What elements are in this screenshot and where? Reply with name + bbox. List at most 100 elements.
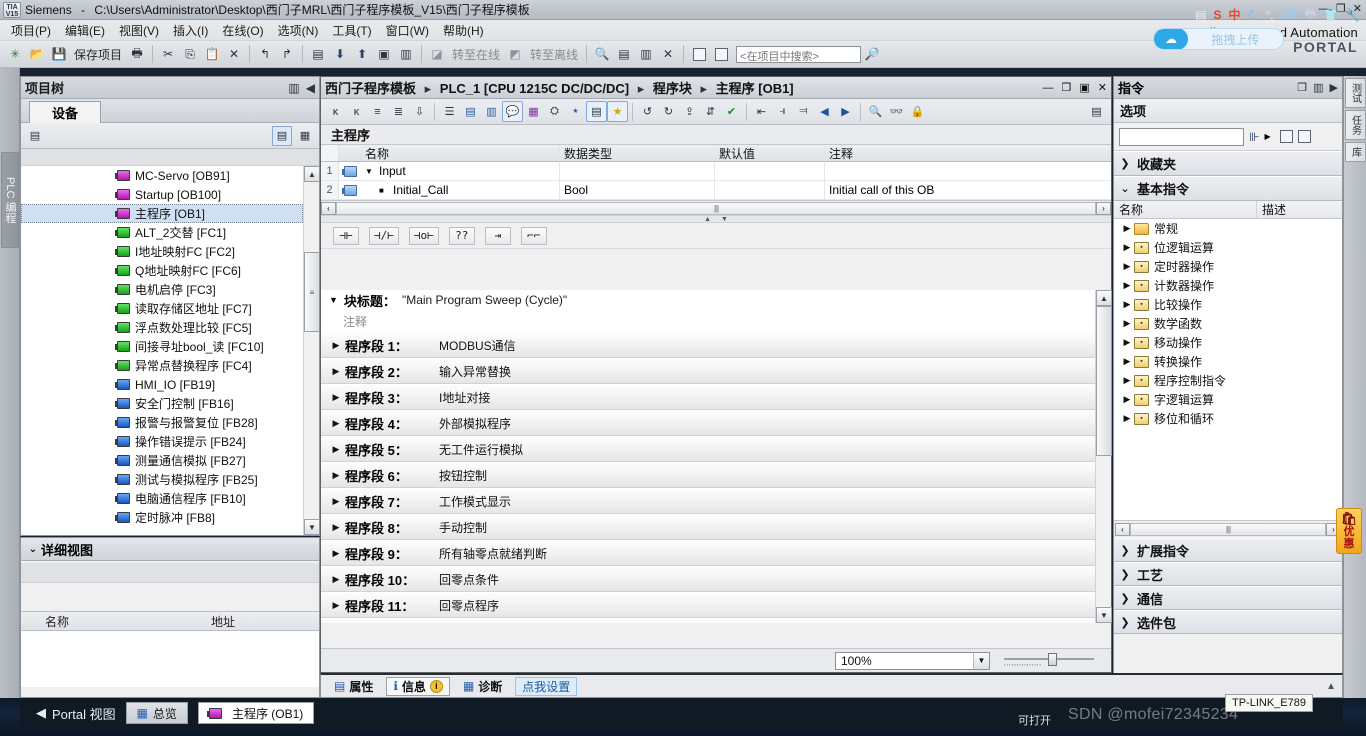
goto-next-icon[interactable]: ↻ bbox=[658, 101, 679, 122]
instruction-group-row[interactable]: ▶ 常规 bbox=[1114, 219, 1342, 238]
breadcrumb-plc[interactable]: PLC_1 [CPU 1215C DC/DC/DC] bbox=[440, 81, 629, 96]
tree-item[interactable]: MC-Servo [OB91] bbox=[21, 166, 303, 185]
sync-block-icon[interactable]: ⇵ bbox=[700, 101, 721, 122]
network-expander-icon[interactable]: ▶ bbox=[327, 600, 345, 611]
scroll-down-icon[interactable]: ▼ bbox=[304, 519, 319, 535]
menu-insert[interactable]: 插入(I) bbox=[166, 20, 215, 41]
expand-status-icon[interactable]: ▲ bbox=[1326, 681, 1336, 692]
network-expander-icon[interactable]: ▶ bbox=[327, 366, 345, 377]
chevron-right-icon[interactable]: ▶ bbox=[1120, 375, 1134, 386]
chevron-right-icon[interactable]: ❯ bbox=[1118, 616, 1132, 629]
chevron-right-icon[interactable]: ▶ bbox=[1120, 394, 1134, 405]
comment-toggle-icon[interactable]: 💬 bbox=[502, 101, 523, 122]
project-tree-header-icons[interactable]: ▥ ◀ bbox=[288, 81, 315, 95]
tree-item[interactable]: 测试与模拟程序 [FB25] bbox=[21, 470, 303, 489]
hscroll-track[interactable]: |||| bbox=[336, 201, 1096, 215]
accept-icon[interactable]: ✔ bbox=[721, 101, 742, 122]
compile-icon[interactable]: ▤ bbox=[308, 44, 328, 64]
chevron-right-icon[interactable]: ▶ bbox=[1120, 223, 1134, 234]
split-horizontal-icon[interactable]: ▤ bbox=[614, 44, 634, 64]
network-expander-icon[interactable]: ▶ bbox=[327, 392, 345, 403]
menu-project[interactable]: 项目(P) bbox=[4, 20, 58, 41]
interface-row-datatype[interactable]: Bool bbox=[559, 181, 714, 199]
network-row[interactable]: ▶ 程序段 1： MODBUS通信 bbox=[321, 332, 1111, 358]
instructions-section[interactable]: ❯ 扩展指令 bbox=[1114, 538, 1342, 562]
splitter-down-icon[interactable]: ▼ bbox=[721, 216, 728, 223]
pane-splitter[interactable]: ▲ ▼ bbox=[321, 215, 1111, 223]
right-edge-tab-testing[interactable]: 测试 bbox=[1344, 78, 1366, 108]
tree-item[interactable]: 异常点替换程序 [FC4] bbox=[21, 356, 303, 375]
chevron-right-icon[interactable]: ▶ bbox=[1120, 337, 1134, 348]
undo-icon[interactable]: ↰ bbox=[255, 44, 275, 64]
instruction-group-row[interactable]: ▶ ▪ 移位和循环 bbox=[1114, 409, 1342, 428]
new-project-icon[interactable]: ✳ bbox=[5, 44, 25, 64]
network-row[interactable]: ▶ 程序段 8： 手动控制 bbox=[321, 514, 1111, 540]
chevron-right-icon[interactable]: ❯ bbox=[1118, 592, 1132, 605]
network-scroll-up-icon[interactable]: ▲ bbox=[1096, 290, 1112, 306]
compact-view-icon[interactable] bbox=[1279, 130, 1293, 143]
lad-element-0[interactable]: ⊣⊢ bbox=[333, 226, 359, 245]
align-left-icon[interactable]: ⫣ bbox=[772, 101, 793, 122]
network-row[interactable]: ▶ 程序段 10： 回零点条件 bbox=[321, 566, 1111, 592]
tree-item[interactable]: Startup [OB100] bbox=[21, 185, 303, 204]
instruction-group-row[interactable]: ▶ ▪ 定时器操作 bbox=[1114, 257, 1342, 276]
chevron-right-icon[interactable]: ▶ bbox=[1120, 299, 1134, 310]
chevron-right-icon[interactable]: ❯ bbox=[1118, 157, 1132, 170]
layout-horizontal-icon[interactable] bbox=[689, 44, 709, 64]
splitter-up-icon[interactable]: ▲ bbox=[704, 216, 711, 223]
tree-item[interactable]: 定时脉冲 [FB8] bbox=[21, 508, 303, 527]
portal-view-button[interactable]: ◀ Portal 视图 bbox=[36, 704, 116, 723]
expand-all-icon[interactable]: ≣ bbox=[388, 101, 409, 122]
instruction-group-row[interactable]: ▶ ▪ 比较操作 bbox=[1114, 295, 1342, 314]
redo-icon[interactable]: ↱ bbox=[277, 44, 297, 64]
float-panel-icon[interactable]: ❐ bbox=[1297, 81, 1307, 94]
instructions-hscrollbar[interactable]: ‹ |||| › bbox=[1114, 520, 1342, 538]
promo-badge[interactable]: 🛍 优 惠 bbox=[1336, 508, 1362, 554]
network-row[interactable]: ▶ 程序段 5： 无工件运行模拟 bbox=[321, 436, 1111, 462]
menu-help[interactable]: 帮助(H) bbox=[436, 20, 491, 41]
scroll-up-icon[interactable]: ▲ bbox=[304, 166, 319, 182]
zoom-level-select[interactable]: 100% ▼ bbox=[835, 651, 990, 670]
chevron-down-icon[interactable]: ⌄ bbox=[25, 544, 41, 555]
setting-tag[interactable]: 点我设置 bbox=[515, 676, 578, 696]
insert-network-icon[interactable]: ĸ bbox=[325, 101, 346, 122]
tree-item[interactable]: 操作错误提示 [FB24] bbox=[21, 432, 303, 451]
interface-row-datatype[interactable] bbox=[559, 162, 714, 180]
interface-row[interactable]: 2 ■ Initial_Call Bool Initial call of this O… bbox=[321, 181, 1111, 200]
hscroll-left-icon[interactable]: ‹ bbox=[1115, 523, 1130, 536]
network-scroll-down-icon[interactable]: ▼ bbox=[1096, 607, 1112, 623]
chevron-right-icon[interactable]: ▶ bbox=[1120, 413, 1134, 424]
go-online-label[interactable]: 转至在线 bbox=[448, 46, 504, 63]
monitor-values-icon[interactable]: 👓 bbox=[886, 101, 907, 122]
snapshot-icon[interactable]: ▤ bbox=[1086, 101, 1107, 122]
printer-icon[interactable]: 🖶 bbox=[1305, 4, 1316, 25]
chevron-right-icon[interactable]: ▶ bbox=[1120, 318, 1134, 329]
chevron-right-icon[interactable]: ▶ bbox=[1120, 242, 1134, 253]
collapse-right-icon[interactable]: ▶ bbox=[1330, 81, 1338, 94]
editor-close-icon[interactable]: ✕ bbox=[1098, 81, 1107, 94]
download-block-icon[interactable]: ⇩ bbox=[409, 101, 430, 122]
export-icon[interactable]: ▦ bbox=[295, 126, 315, 146]
network-expander-icon[interactable]: ▶ bbox=[327, 496, 345, 507]
row-expander-icon[interactable]: ▼ bbox=[365, 167, 379, 176]
editor-window-controls[interactable]: — ❐ ▣ ✕ bbox=[1043, 81, 1108, 95]
instruction-group-row[interactable]: ▶ ▪ 数学函数 bbox=[1114, 314, 1342, 333]
monitor-icon[interactable]: ⛭ bbox=[544, 101, 565, 122]
start-runtime-icon[interactable]: ▥ bbox=[396, 44, 416, 64]
bookmark-icon[interactable]: ⭑ bbox=[565, 101, 586, 122]
zoom-slider[interactable]: ''''''''''''''' bbox=[1004, 652, 1094, 672]
instruction-group-row[interactable]: ▶ ▪ 转换操作 bbox=[1114, 352, 1342, 371]
delete-network-icon[interactable]: ĸ bbox=[346, 101, 367, 122]
breadcrumb-blocks[interactable]: 程序块 bbox=[653, 81, 692, 96]
list-view-icon[interactable]: ▤ bbox=[272, 125, 292, 146]
instruction-group-row[interactable]: ▶ ▪ 计数器操作 bbox=[1114, 276, 1342, 295]
menu-edit[interactable]: 编辑(E) bbox=[58, 20, 112, 41]
network-expander-icon[interactable]: ▶ bbox=[327, 522, 345, 533]
chevron-right-icon[interactable]: ▶ bbox=[1120, 261, 1134, 272]
delete-icon[interactable]: ✕ bbox=[224, 44, 244, 64]
tree-item[interactable]: 报警与报警复位 [FB28] bbox=[21, 413, 303, 432]
interface-row-default[interactable] bbox=[714, 181, 824, 199]
menu-online[interactable]: 在线(O) bbox=[215, 20, 270, 41]
paste-icon[interactable]: 📋 bbox=[202, 44, 222, 64]
right-edge-tab-libraries[interactable]: 库 bbox=[1344, 142, 1366, 162]
